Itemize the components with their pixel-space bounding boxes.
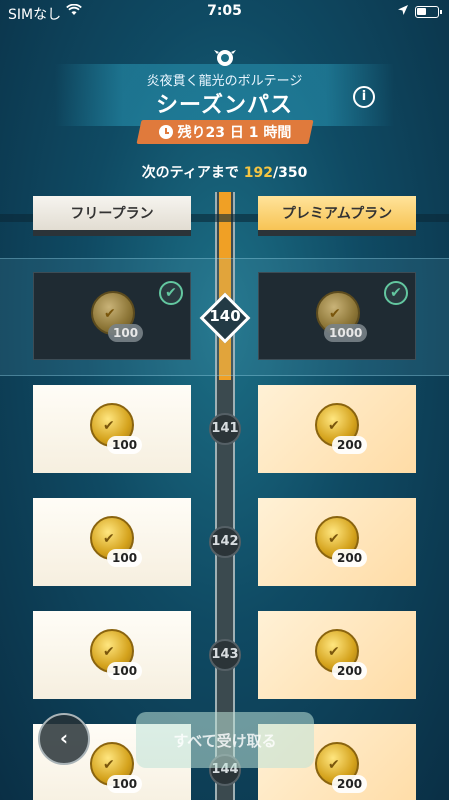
check-icon: ✔ (159, 281, 183, 305)
tier-node-current: 140 (199, 292, 251, 344)
tier-node: 142 (209, 526, 241, 558)
clock-time: 7:05 (207, 3, 242, 19)
info-icon[interactable]: i (353, 86, 375, 108)
reward-amount: 200 (332, 549, 368, 567)
reward-amount: 100 (108, 324, 144, 342)
tier-node: 143 (209, 639, 241, 671)
next-tier-current: 192 (243, 165, 273, 181)
free-reward-card[interactable]: ✔ 100 ✔ (33, 272, 191, 360)
next-tier-progress: 次のティアまで 192/350 (0, 162, 449, 182)
premium-plan-tab[interactable]: プレミアムプラン (258, 196, 416, 236)
reward-amount: 200 (332, 436, 368, 454)
free-plan-tab[interactable]: フリープラン (33, 196, 191, 236)
premium-reward-card[interactable]: ✔ 200 (258, 498, 416, 586)
reward-amount: 100 (107, 436, 143, 454)
status-bar: SIMなし 7:05 (0, 0, 449, 24)
reward-amount: 200 (332, 775, 368, 793)
season-emblem-icon (213, 46, 237, 70)
time-remaining-content: 残り23 日 1 時間 (139, 120, 311, 144)
page-title: シーズンパス (156, 93, 293, 118)
premium-reward-card[interactable]: ✔ 1000 ✔ (258, 272, 416, 360)
check-icon: ✔ (384, 281, 408, 305)
claim-all-button[interactable]: すべて受け取る (136, 712, 314, 768)
next-tier-label: 次のティアまで (141, 165, 244, 181)
reward-amount: 100 (107, 662, 143, 680)
reward-amount: 200 (332, 662, 368, 680)
free-reward-card[interactable]: ✔ 100 (33, 498, 191, 586)
free-reward-card[interactable]: ✔ 100 (33, 611, 191, 699)
tier-node: 141 (209, 413, 241, 445)
battery-icon (415, 6, 442, 18)
reward-amount: 1000 (324, 324, 368, 342)
time-remaining-text: 残り23 日 1 時間 (177, 125, 292, 141)
reward-amount: 100 (107, 549, 143, 567)
free-reward-card[interactable]: ✔ 100 (33, 385, 191, 473)
premium-reward-card[interactable]: ✔ 200 (258, 611, 416, 699)
location-arrow-icon (397, 4, 409, 20)
premium-reward-card[interactable]: ✔ 200 (258, 385, 416, 473)
reward-amount: 100 (107, 775, 143, 793)
next-tier-total: /350 (272, 165, 308, 181)
clock-icon (158, 125, 173, 139)
tier-number: 140 (209, 307, 241, 325)
back-arrow-icon[interactable]: ‹ (38, 713, 90, 765)
